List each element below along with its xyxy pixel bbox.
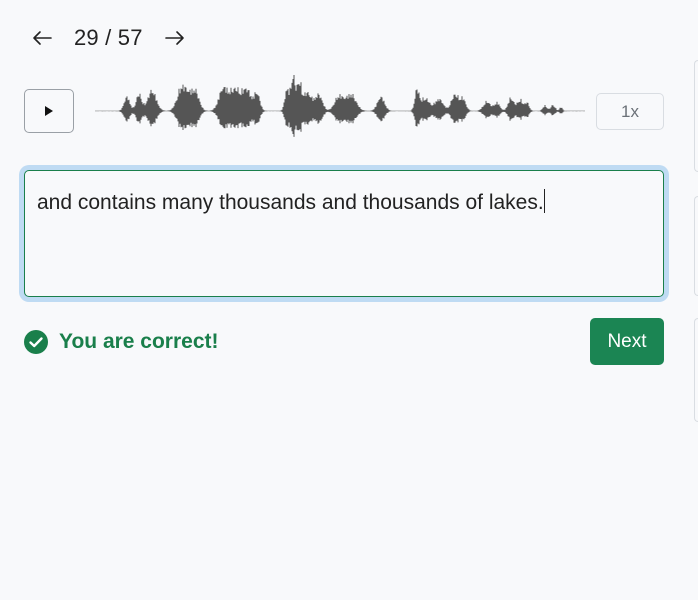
arrow-right-icon (164, 31, 184, 45)
side-panel-edge (694, 196, 698, 296)
play-icon (45, 106, 53, 116)
answer-textarea[interactable]: and contains many thousands and thousand… (24, 170, 664, 297)
play-button[interactable] (24, 89, 74, 133)
next-button[interactable]: Next (590, 318, 664, 365)
arrow-left-icon (33, 31, 52, 45)
question-counter: 29 / 57 (74, 25, 143, 50)
previous-question-button[interactable] (24, 22, 60, 54)
side-panel-edge (694, 318, 698, 422)
answer-text: and contains many thousands and thousand… (37, 191, 544, 214)
waveform-shape (95, 75, 585, 137)
audio-player: 1x (24, 75, 664, 137)
feedback-text: You are correct! (59, 330, 219, 353)
next-question-button[interactable] (157, 22, 193, 54)
question-navigation: 29 / 57 (24, 22, 193, 54)
check-circle-icon (24, 330, 48, 354)
audio-waveform[interactable] (95, 73, 585, 149)
answer-focus-ring: and contains many thousands and thousand… (19, 165, 669, 302)
feedback-message: You are correct! (24, 330, 219, 354)
side-panel-edge (694, 60, 698, 172)
text-caret (543, 189, 545, 213)
playback-speed-button[interactable]: 1x (596, 93, 664, 130)
